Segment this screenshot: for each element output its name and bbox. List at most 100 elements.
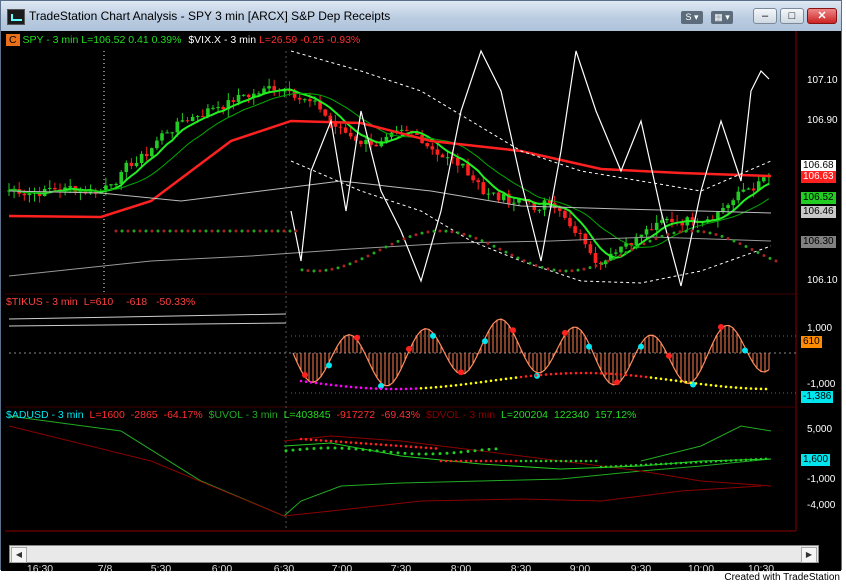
breadth-trend-dot: [384, 443, 388, 447]
breadth-green-dot: [319, 446, 323, 450]
symbol-link-button[interactable]: S ▾: [681, 11, 703, 24]
stop-marker-dot: [288, 229, 292, 233]
breadth-trend-dot: [379, 443, 383, 446]
tikus-trend-dot: [374, 387, 378, 390]
scroll-left-arrow-icon[interactable]: ◀: [11, 547, 27, 563]
stop-marker-dot: [546, 267, 550, 271]
breadth-trend-dot: [519, 459, 523, 463]
candle-body: [440, 154, 445, 158]
title-bar[interactable]: TradeStation Chart Analysis - SPY 3 min …: [1, 1, 841, 31]
candle-body: [160, 133, 164, 141]
tikus-trend-dot: [534, 374, 538, 377]
tikus-trend-dot: [494, 378, 498, 382]
tikus-trend-dot: [414, 387, 418, 390]
candle-body: [155, 140, 159, 149]
stop-marker-dot: [528, 261, 532, 265]
x-label-7-00: 7:00: [331, 563, 353, 575]
uvol-tail-line: [640, 425, 772, 462]
maximize-button[interactable]: □: [780, 8, 804, 24]
price-box-ma-dark: 106.30: [801, 236, 836, 248]
chart-badge[interactable]: C: [6, 34, 20, 46]
stop-marker-dot: [126, 229, 130, 233]
candle-body: [486, 193, 491, 195]
breadth-trend-dot: [749, 458, 753, 461]
vix-symbol-label[interactable]: $VIX.X - 3 min: [188, 34, 256, 46]
tikus-trend-dot: [579, 371, 583, 375]
candle-body: [481, 182, 486, 195]
x-label-6-00: 6:00: [211, 563, 233, 575]
tikus-trend-dot: [669, 378, 673, 382]
tikus-trend-dot: [759, 387, 763, 391]
stop-marker-dot: [150, 229, 154, 233]
stop-marker-dot: [306, 269, 310, 273]
tikus-trend-dot: [604, 372, 608, 375]
x-label-5-30: 5:30: [150, 563, 172, 575]
candle-body: [124, 162, 129, 173]
stop-marker-dot: [672, 231, 676, 235]
chart-window: TradeStation Chart Analysis - SPY 3 min …: [0, 0, 842, 575]
tikus-trend-dot: [764, 387, 768, 391]
stop-marker-dot: [774, 259, 778, 263]
candle-body: [27, 193, 32, 196]
stop-marker-dot: [240, 229, 244, 233]
stop-marker-dot: [312, 269, 316, 273]
minimize-button[interactable]: –: [753, 8, 777, 24]
tradestation-app-icon: [7, 9, 25, 25]
tikus-trend-dot: [319, 382, 323, 385]
tikus-trend-dot: [749, 387, 753, 390]
tikus-trend-dot: [309, 381, 313, 384]
chart-area[interactable]: C SPY - 3 min L=106.52 0.41 0.39% $VIX.X…: [1, 31, 841, 575]
candle-body: [144, 153, 149, 157]
breadth-trend-dot: [389, 444, 393, 447]
tikus-trend-dot: [499, 378, 503, 381]
stop-marker-dot: [372, 251, 376, 255]
stop-marker-dot: [642, 242, 646, 246]
adusd-symbol-label[interactable]: $ADUSD - 3 min: [6, 409, 84, 421]
tikus-trend-dot: [419, 386, 423, 390]
candle-body: [236, 94, 241, 102]
horizontal-scrollbar[interactable]: ◀ ▶: [9, 545, 819, 563]
candle-body: [297, 97, 302, 100]
candle-body: [762, 177, 766, 182]
stop-marker-dot: [192, 229, 196, 233]
stop-marker-dot: [180, 229, 184, 233]
breadth-green-dot: [417, 452, 421, 456]
stop-marker-dot: [492, 244, 496, 248]
candle-body: [185, 120, 190, 122]
candle-body: [48, 187, 52, 189]
spy-symbol-label[interactable]: SPY - 3 min: [23, 34, 79, 46]
breadth-trend-dot: [524, 459, 528, 463]
stop-marker-dot: [762, 253, 766, 257]
tikus-trend-dot: [619, 373, 623, 376]
breadth-green-dot: [438, 452, 442, 456]
breadth-green-dot: [466, 449, 470, 453]
adusd-last-box: 1,600: [801, 454, 831, 466]
breadth-green-dot: [312, 446, 316, 450]
candle-body: [583, 233, 588, 245]
uvol-symbol-label[interactable]: $UVOL - 3 min: [209, 409, 278, 421]
close-button[interactable]: ✕: [807, 8, 837, 24]
y-tick-106-10: 106.10: [807, 275, 838, 286]
stop-marker-dot: [144, 229, 148, 233]
stop-marker-dot: [450, 230, 454, 234]
tikus-baseline-white: [8, 313, 287, 320]
stop-marker-dot: [624, 251, 628, 255]
scroll-right-arrow-icon[interactable]: ▶: [801, 547, 817, 563]
stop-marker-dot: [336, 266, 340, 270]
candle-body: [308, 99, 312, 102]
long-ma-line-dark: [8, 236, 772, 277]
stop-marker-dot: [588, 266, 592, 270]
candle-body: [471, 175, 475, 181]
breadth-green-dot: [473, 449, 477, 453]
vix-last: L=26.59: [258, 34, 298, 46]
tikus-symbol-label[interactable]: $TIKUS - 3 min: [6, 296, 78, 308]
window-link-button[interactable]: ▦ ▾: [711, 11, 733, 24]
x-label-8-30: 8:30: [510, 563, 532, 575]
tikus-trend-dot: [489, 379, 493, 383]
breadth-trend-dot: [694, 460, 698, 464]
tikus-peak-dot: [302, 371, 308, 378]
dvol-symbol-label[interactable]: $DVOL - 3 min: [426, 409, 495, 421]
tikus-y-tick-1000: 1,000: [807, 323, 833, 334]
candle-body: [109, 184, 113, 186]
stop-marker-dot: [462, 232, 466, 236]
